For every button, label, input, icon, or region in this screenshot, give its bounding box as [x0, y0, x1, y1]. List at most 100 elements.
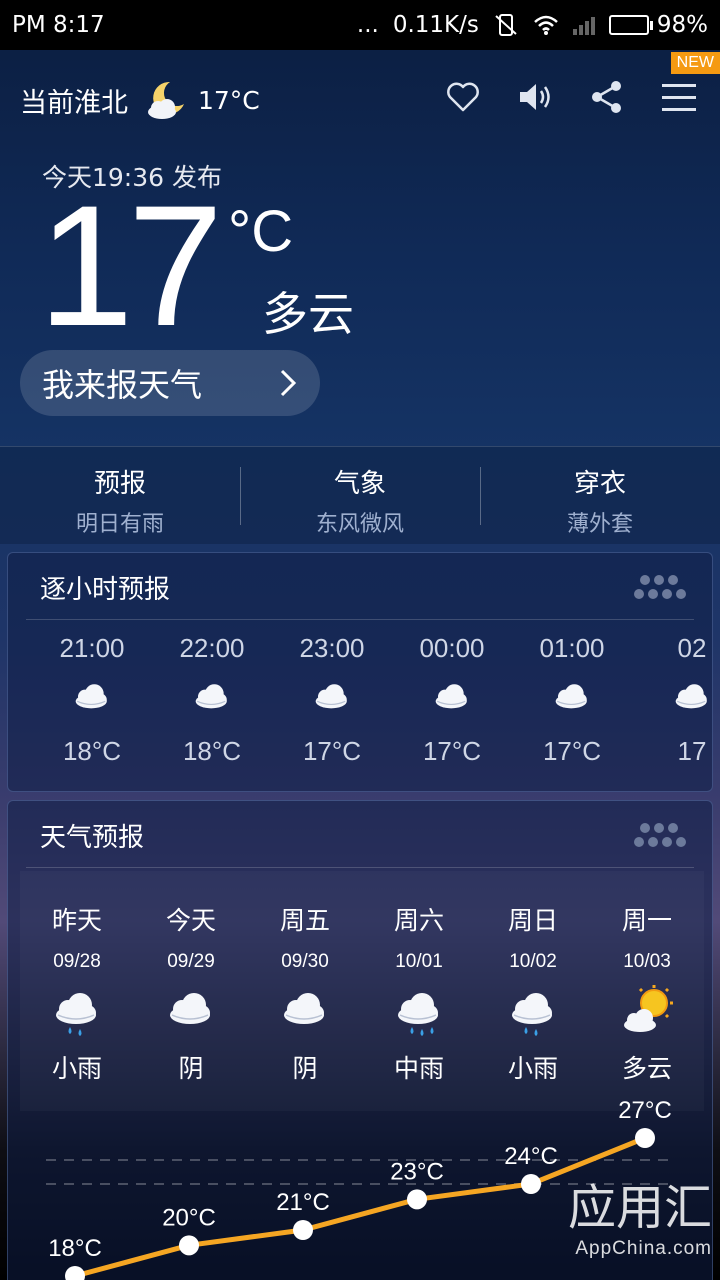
summary-strip: 预报 明日有雨 气象 东风微风 穿衣 薄外套	[0, 446, 720, 544]
drag-handle-icon[interactable]	[634, 823, 696, 849]
day-name: 周日	[507, 906, 558, 935]
current-temperature: 17	[38, 170, 223, 362]
temperature-point	[179, 1235, 199, 1256]
current-condition: 多云	[262, 287, 354, 341]
mute-vibrate-icon	[495, 14, 517, 36]
cloudy-icon	[195, 684, 227, 709]
summary-clothing[interactable]: 穿衣 薄外套	[480, 447, 720, 544]
cloudy-icon	[75, 684, 107, 709]
watermark-small: AppChina.com	[575, 1238, 712, 1259]
hourly-item: 22:00 18°C	[152, 633, 272, 767]
hourly-item: 00:00 17°C	[392, 633, 512, 767]
menu-icon[interactable]	[660, 78, 698, 116]
drag-handle-icon[interactable]	[634, 575, 696, 601]
day-name: 周一	[621, 906, 672, 935]
status-bar: PM 8:17 ... 0.11K/s 98%	[0, 0, 720, 50]
watermark-big: 应用汇	[567, 1180, 712, 1236]
daily-item[interactable]: 今天 09/29 阴	[134, 871, 248, 1111]
daily-title: 天气预报	[40, 823, 145, 853]
day-name: 昨天	[51, 906, 102, 935]
signal-icon	[572, 15, 595, 35]
hourly-item: 21:00 18°C	[32, 633, 152, 767]
day-date: 10/03	[623, 951, 671, 972]
temperature-point	[521, 1174, 541, 1194]
temperature-point	[635, 1128, 655, 1148]
header-temperature: 17°C	[198, 85, 260, 115]
temperature-point	[407, 1189, 427, 1210]
day-date: 10/01	[395, 951, 443, 972]
summary-meteorology[interactable]: 气象 东风微风	[240, 447, 480, 544]
battery-icon	[608, 15, 653, 35]
hour-time: 22:00	[179, 633, 245, 663]
summary-sub: 东风微风	[315, 512, 404, 537]
summary-title: 气象	[333, 469, 386, 499]
day-desc: 中雨	[393, 1054, 444, 1083]
share-icon[interactable]	[588, 78, 626, 116]
hour-temp: 17°C	[542, 736, 602, 766]
overcast-icon	[170, 993, 210, 1024]
daily-item[interactable]: 周一 10/03 多云	[590, 871, 704, 1111]
hour-time: 01:00	[539, 633, 605, 663]
speaker-icon[interactable]	[516, 78, 554, 116]
temperature-unit: °C	[228, 199, 294, 264]
hour-time: 23:00	[299, 633, 365, 663]
day-name: 周六	[393, 906, 444, 935]
app-header: 当前淮北 17°C NEW	[0, 50, 720, 150]
status-time: PM 8:17	[12, 12, 105, 38]
day-desc: 多云	[621, 1054, 672, 1083]
appchina-watermark: 应用汇 AppChina.com	[568, 1168, 712, 1260]
hour-temp: 17°C	[302, 736, 362, 766]
day-name: 周五	[279, 906, 330, 935]
day-desc: 小雨	[507, 1054, 558, 1083]
day-date: 09/29	[167, 951, 215, 972]
divider	[26, 619, 694, 620]
cloudy-icon	[555, 684, 587, 709]
day-desc: 阴	[292, 1054, 318, 1083]
light-rain-icon	[56, 993, 96, 1036]
summary-forecast[interactable]: 预报 明日有雨	[0, 447, 240, 544]
temperature-label: 27°C	[618, 1100, 672, 1124]
hourly-item: 23:00 17°C	[272, 633, 392, 767]
new-badge: NEW	[670, 52, 720, 74]
day-desc: 阴	[178, 1054, 204, 1083]
temperature-label: 18°C	[48, 1235, 102, 1262]
daily-item[interactable]: 周六 10/01 中雨	[362, 871, 476, 1111]
status-right: ... 0.11K/s 98%	[357, 12, 708, 38]
temperature-label: 23°C	[390, 1158, 444, 1185]
hourly-forecast-card: 逐小时预报 21:00 18°C 22:00 18°C 23:00 17°C 00:00 17…	[7, 552, 713, 792]
battery-percent: 98%	[656, 12, 708, 38]
daily-item[interactable]: 周日 10/02 小雨	[476, 871, 590, 1111]
hour-time: 21:00	[59, 633, 125, 663]
hourly-item: 02 17	[632, 633, 712, 767]
report-weather-button[interactable]: 我来报天气	[20, 350, 320, 416]
city-name[interactable]: 当前淮北	[20, 81, 128, 120]
day-date: 09/28	[53, 951, 101, 972]
report-weather-label: 我来报天气	[42, 366, 203, 404]
cloudy-icon	[675, 684, 707, 709]
wifi-icon	[534, 15, 558, 35]
hour-time: 02	[677, 633, 707, 663]
cloudy-icon	[435, 684, 467, 709]
day-date: 09/30	[281, 951, 329, 972]
light-rain-icon	[512, 993, 552, 1036]
partly-cloudy-icon	[624, 985, 673, 1032]
favorite-heart-icon[interactable]	[444, 78, 482, 116]
hour-temp: 17°C	[422, 736, 482, 766]
daily-item[interactable]: 周五 09/30 阴	[248, 871, 362, 1111]
temperature-line	[74, 1135, 646, 1279]
hourly-item: 01:00 17°C	[512, 633, 632, 767]
moon-cloud-icon	[148, 81, 184, 119]
hour-time: 00:00	[419, 633, 485, 663]
chevron-right-icon	[280, 369, 297, 397]
header-actions	[444, 78, 698, 116]
temperature-label: 21°C	[276, 1189, 330, 1216]
cloudy-icon	[315, 684, 347, 709]
daily-item[interactable]: 昨天 09/28 小雨	[20, 871, 134, 1111]
temperature-label: 20°C	[162, 1204, 216, 1231]
status-dots: ...	[356, 12, 379, 38]
summary-sub: 明日有雨	[75, 512, 164, 537]
summary-title: 穿衣	[573, 469, 626, 499]
hourly-title: 逐小时预报	[40, 575, 171, 605]
divider	[26, 867, 694, 868]
temperature-point	[65, 1266, 85, 1280]
